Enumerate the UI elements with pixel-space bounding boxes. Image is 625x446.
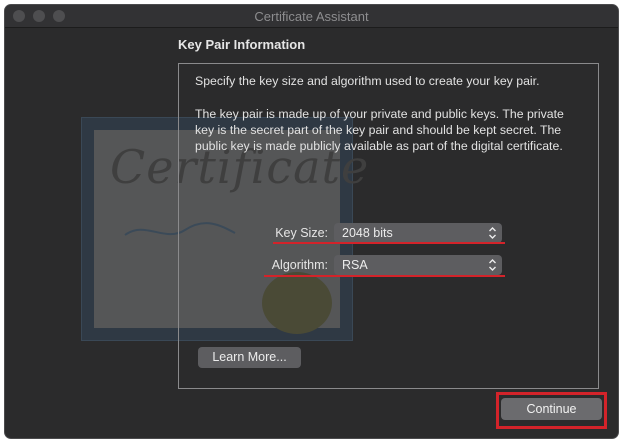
popup-chevrons-icon: [489, 259, 496, 271]
key-size-select[interactable]: 2048 bits: [334, 223, 502, 243]
window-title: Certificate Assistant: [254, 9, 369, 24]
key-size-value: 2048 bits: [342, 226, 393, 240]
intro-text: Specify the key size and algorithm used …: [195, 74, 540, 88]
continue-button[interactable]: Continue: [501, 398, 602, 420]
description-text: The key pair is made up of your private …: [195, 107, 564, 153]
page-heading: Key Pair Information: [178, 37, 306, 52]
algorithm-select[interactable]: RSA: [334, 255, 502, 275]
title-bar: Certificate Assistant: [5, 5, 618, 28]
key-size-annotation-underline: [273, 242, 505, 244]
key-size-label: Key Size:: [275, 226, 328, 240]
algorithm-value: RSA: [342, 258, 368, 272]
popup-chevrons-icon: [489, 227, 496, 239]
algorithm-annotation-underline: [264, 275, 505, 277]
learn-more-button[interactable]: Learn More...: [198, 347, 301, 368]
algorithm-label: Algorithm:: [271, 258, 328, 272]
